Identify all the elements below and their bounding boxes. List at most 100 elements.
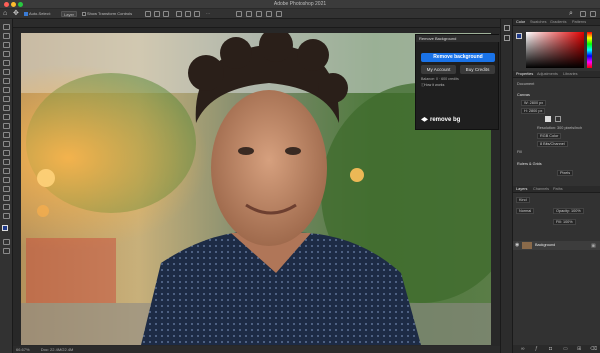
opacity-field[interactable]: Opacity: 100%: [553, 208, 584, 214]
layer-kind-filter[interactable]: Kind: [516, 197, 530, 203]
align-middle-icon[interactable]: [185, 11, 191, 17]
align-right-icon[interactable]: [163, 11, 169, 17]
removebg-logo: remove bg: [430, 117, 461, 123]
3d-slide-icon[interactable]: [266, 11, 272, 17]
gradient-tool[interactable]: [3, 132, 10, 138]
history-brush-tool[interactable]: [3, 114, 10, 120]
tab-properties[interactable]: Properties: [516, 71, 533, 78]
trash-icon[interactable]: ⌫: [590, 346, 597, 352]
properties-panel-tabs: Properties Adjustments Libraries: [513, 71, 600, 78]
history-icon[interactable]: [504, 25, 510, 31]
frame-tool[interactable]: [3, 69, 10, 75]
visibility-eye-icon[interactable]: ◉: [515, 242, 519, 248]
tab-swatches[interactable]: Swatches: [530, 19, 546, 26]
hue-slider[interactable]: [587, 32, 592, 68]
search-icon[interactable]: ⌕: [569, 10, 573, 18]
depth-select[interactable]: 8 Bits/Channel: [537, 141, 568, 147]
zoom-tool[interactable]: [3, 204, 10, 210]
tab-paths[interactable]: Paths: [553, 186, 563, 193]
tab-libraries[interactable]: Libraries: [563, 71, 578, 78]
align-bottom-icon[interactable]: [194, 11, 200, 17]
foreground-color-swatch[interactable]: [2, 225, 8, 231]
screen-mode-tool[interactable]: [3, 248, 10, 254]
bokeh-light: [37, 205, 49, 217]
credits-balance: Balance: 0 · 600 credits: [421, 77, 459, 81]
align-left-icon[interactable]: [145, 11, 151, 17]
quick-mask-tool[interactable]: [3, 239, 10, 245]
document-tab-bar: [13, 19, 500, 28]
move-tool-icon[interactable]: ✥: [13, 10, 19, 18]
share-icon[interactable]: [590, 11, 596, 17]
remove-bg-header: Remove Background: [416, 35, 500, 42]
auto-select-dropdown[interactable]: Layer: [61, 11, 78, 17]
resolution-text: Resolution: 300 pixels/inch: [537, 126, 583, 130]
portrait-orientation-icon[interactable]: [545, 116, 551, 122]
marquee-tool[interactable]: [3, 33, 10, 39]
mode-select[interactable]: RGB Color: [537, 133, 562, 139]
link-layers-icon[interactable]: ∞: [521, 346, 525, 352]
healing-brush-tool[interactable]: [3, 87, 10, 93]
tools-panel: [0, 19, 13, 353]
width-field[interactable]: W: 2800 px: [521, 100, 547, 106]
height-field[interactable]: H: 2800 px: [521, 108, 546, 114]
tab-color[interactable]: Color: [516, 19, 525, 26]
fill-field[interactable]: Fill: 100%: [553, 219, 576, 225]
lasso-tool[interactable]: [3, 42, 10, 48]
layer-row[interactable]: ◉ Background ▣: [513, 241, 600, 250]
align-center-icon[interactable]: [154, 11, 160, 17]
color-picker-field[interactable]: [526, 32, 584, 68]
3d-scale-icon[interactable]: [276, 11, 282, 17]
auto-select-label: Auto-Select:: [29, 11, 51, 16]
type-tool[interactable]: [3, 168, 10, 174]
more-tools[interactable]: [3, 213, 10, 219]
how-it-works-link[interactable]: How it works: [424, 83, 444, 87]
checkbox-icon: [82, 11, 86, 16]
blend-mode-select[interactable]: Normal: [516, 208, 535, 214]
tab-gradients[interactable]: Gradients: [550, 19, 566, 26]
tab-adjustments[interactable]: Adjustments: [537, 71, 558, 78]
layer-name: Background: [535, 243, 556, 247]
transform-controls-checkbox[interactable]: Show Transform Controls: [82, 11, 132, 17]
tab-patterns[interactable]: Patterns: [572, 19, 586, 26]
blur-tool[interactable]: [3, 141, 10, 147]
tab-layers[interactable]: Layers: [516, 186, 527, 193]
info-panel-icon[interactable]: [504, 35, 510, 41]
rectangle-tool[interactable]: [3, 186, 10, 192]
remove-background-button[interactable]: Remove background: [421, 53, 495, 62]
align-top-icon[interactable]: [176, 11, 182, 17]
brush-tool[interactable]: [3, 96, 10, 102]
new-layer-icon[interactable]: ⊞: [577, 346, 581, 352]
dodge-tool[interactable]: [3, 150, 10, 156]
my-account-button[interactable]: My Account: [421, 65, 456, 74]
3d-pan-icon[interactable]: [256, 11, 262, 17]
more-options[interactable]: ···: [206, 11, 210, 17]
right-panels: Color Swatches Gradients Patterns Proper…: [512, 19, 600, 353]
buy-credits-button[interactable]: Buy Credits: [460, 65, 495, 74]
pen-tool[interactable]: [3, 159, 10, 165]
auto-select-checkbox[interactable]: Auto-Select:: [24, 11, 51, 17]
move-tool[interactable]: [3, 24, 10, 30]
layers-footer: ∞ ƒ ◘ ▭ ⊞ ⌫: [513, 345, 600, 353]
crop-tool[interactable]: [3, 60, 10, 66]
title-bar: Adobe Photoshop 2021: [0, 0, 600, 9]
hand-tool[interactable]: [3, 195, 10, 201]
zoom-level[interactable]: 66.67%: [13, 347, 30, 352]
quick-select-tool[interactable]: [3, 51, 10, 57]
clone-stamp-tool[interactable]: [3, 105, 10, 111]
status-bar: 66.67% Doc: 22.4M/22.4M: [13, 346, 500, 353]
fg-color-chip[interactable]: [516, 33, 522, 39]
3d-mode-icon[interactable]: [236, 11, 242, 17]
tab-channels[interactable]: Channels: [533, 186, 549, 193]
fx-icon[interactable]: ƒ: [535, 346, 538, 352]
home-icon[interactable]: ⌂: [3, 10, 7, 18]
workspace-icon[interactable]: [580, 11, 586, 17]
new-group-icon[interactable]: ▭: [563, 346, 568, 352]
landscape-orientation-icon[interactable]: [555, 116, 561, 122]
eraser-tool[interactable]: [3, 123, 10, 129]
3d-orbit-icon[interactable]: [246, 11, 252, 17]
units-select[interactable]: Pixels: [557, 170, 574, 176]
path-select-tool[interactable]: [3, 177, 10, 183]
mask-icon[interactable]: ◘: [549, 346, 552, 352]
face: [211, 90, 327, 246]
eyedropper-tool[interactable]: [3, 78, 10, 84]
